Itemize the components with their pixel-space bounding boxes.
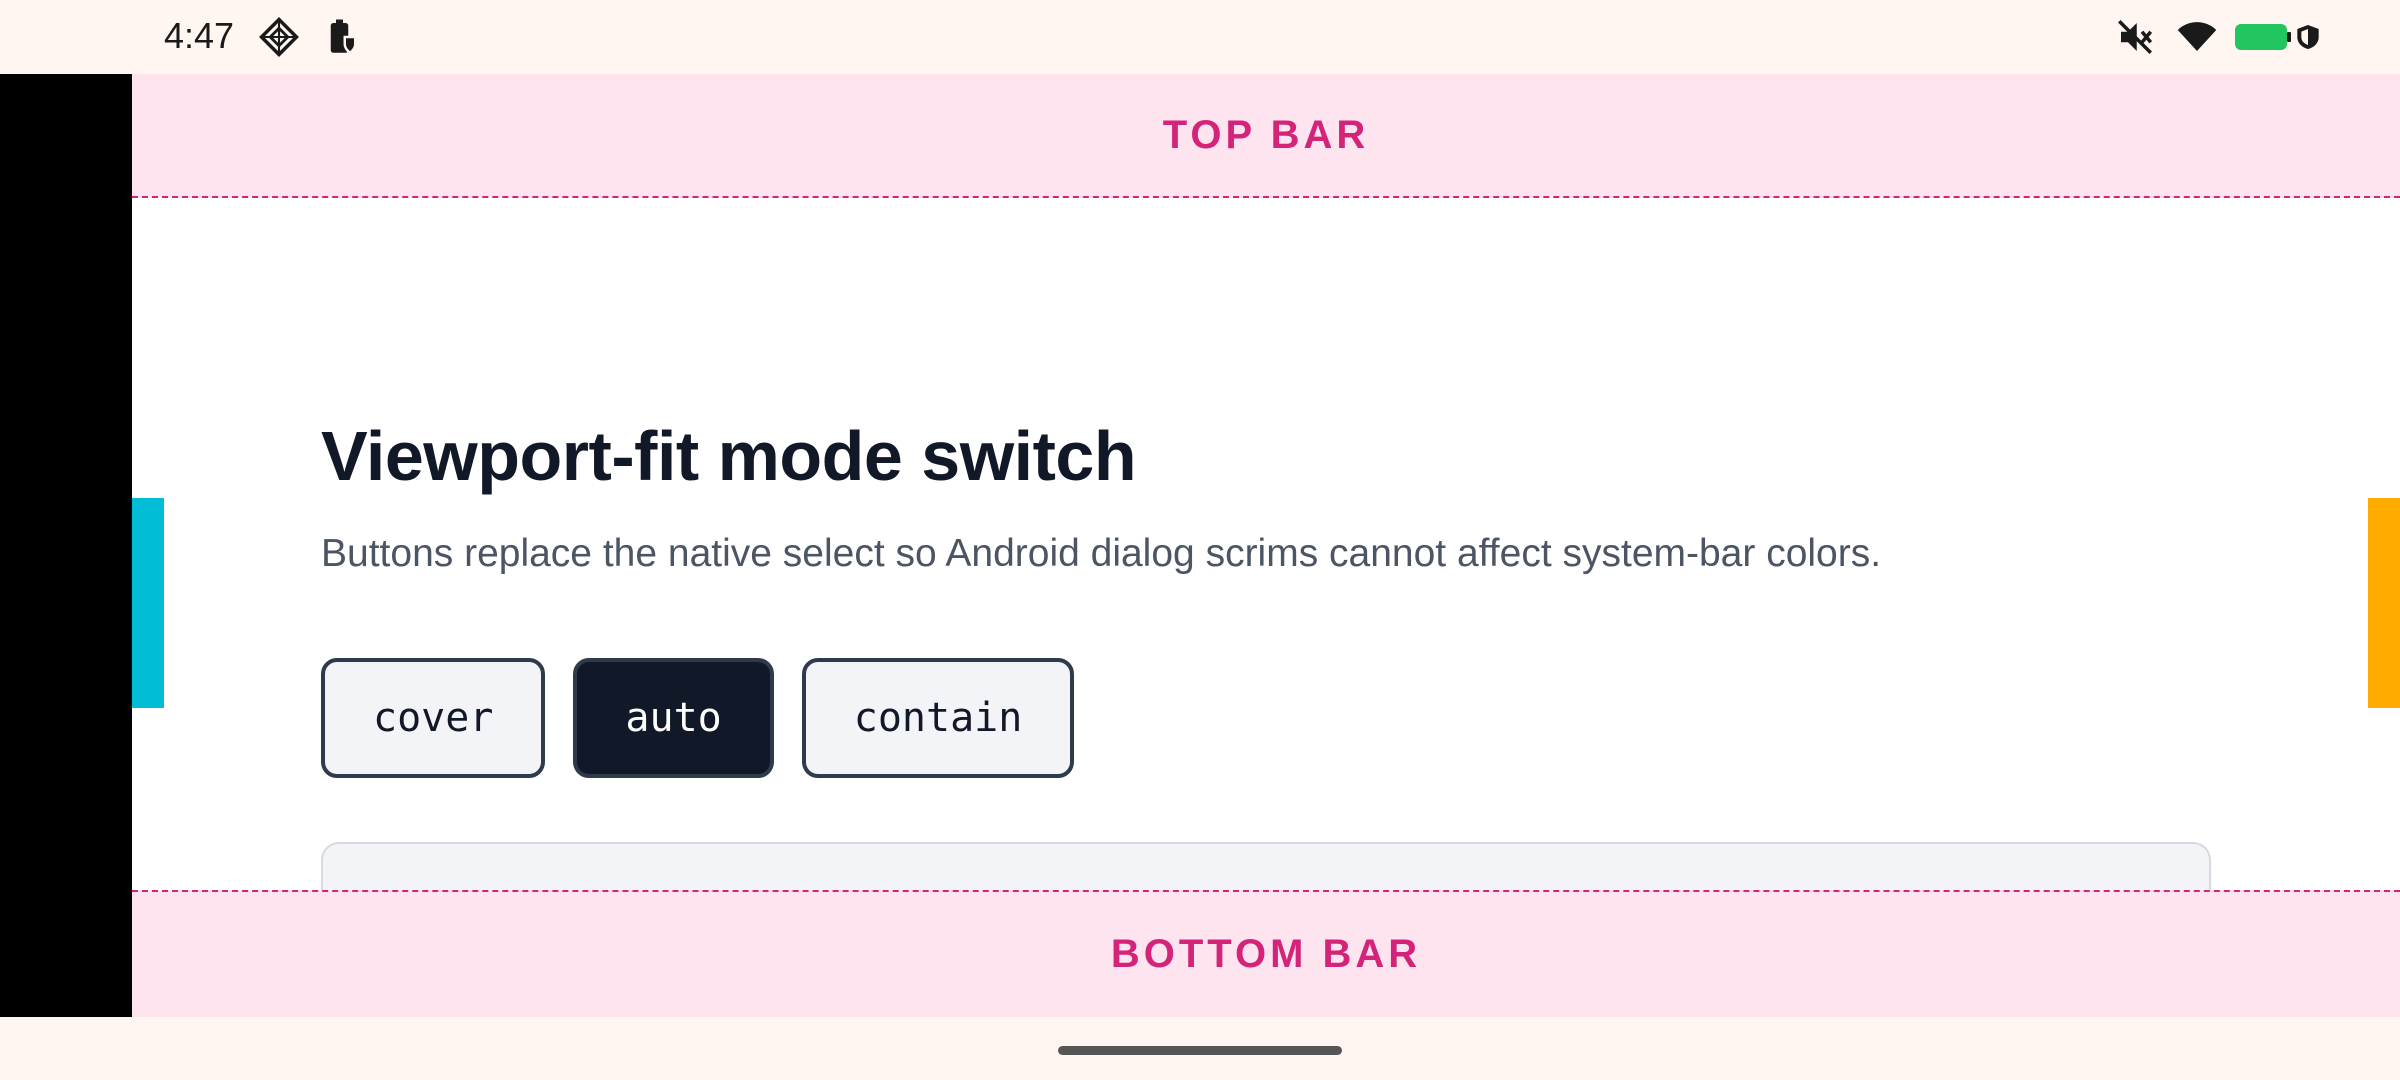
wifi-icon xyxy=(2176,16,2218,58)
page-title: Viewport-fit mode switch xyxy=(321,417,1137,495)
status-bar: 4:47 xyxy=(0,0,2400,74)
shield-icon xyxy=(2292,16,2324,58)
top-bar: TOP BAR xyxy=(132,74,2400,198)
left-safe-area-marker xyxy=(132,498,164,708)
bottom-bar-label: BOTTOM BAR xyxy=(1110,932,1422,976)
cover-mode-button[interactable]: cover xyxy=(321,658,546,778)
battery-saver-icon xyxy=(322,16,364,58)
gesture-nav-handle[interactable] xyxy=(1058,1046,1342,1055)
app-viewport: TOP BAR Viewport-fit mode switch Buttons… xyxy=(132,74,2400,1017)
auto-mode-button[interactable]: auto xyxy=(573,658,774,778)
main-content: Viewport-fit mode switch Buttons replace… xyxy=(321,414,2221,778)
contain-mode-button[interactable]: contain xyxy=(801,658,1075,778)
mode-button-group: cover auto contain xyxy=(321,658,1075,778)
page-description: Buttons replace the native select so And… xyxy=(321,532,1882,575)
status-time: 4:47 xyxy=(164,15,235,56)
top-bar-label: TOP BAR xyxy=(1162,112,1370,157)
mute-icon xyxy=(2114,16,2156,58)
device-screen: 4:47 TOP BAR Viewport-fit mode switch Bu xyxy=(0,0,2400,1080)
right-safe-area-marker xyxy=(2368,498,2400,708)
bottom-bar: BOTTOM BAR xyxy=(132,890,2400,1017)
ar-core-icon xyxy=(258,16,300,58)
display-cutout xyxy=(0,74,132,1017)
battery-icon xyxy=(2234,16,2292,58)
